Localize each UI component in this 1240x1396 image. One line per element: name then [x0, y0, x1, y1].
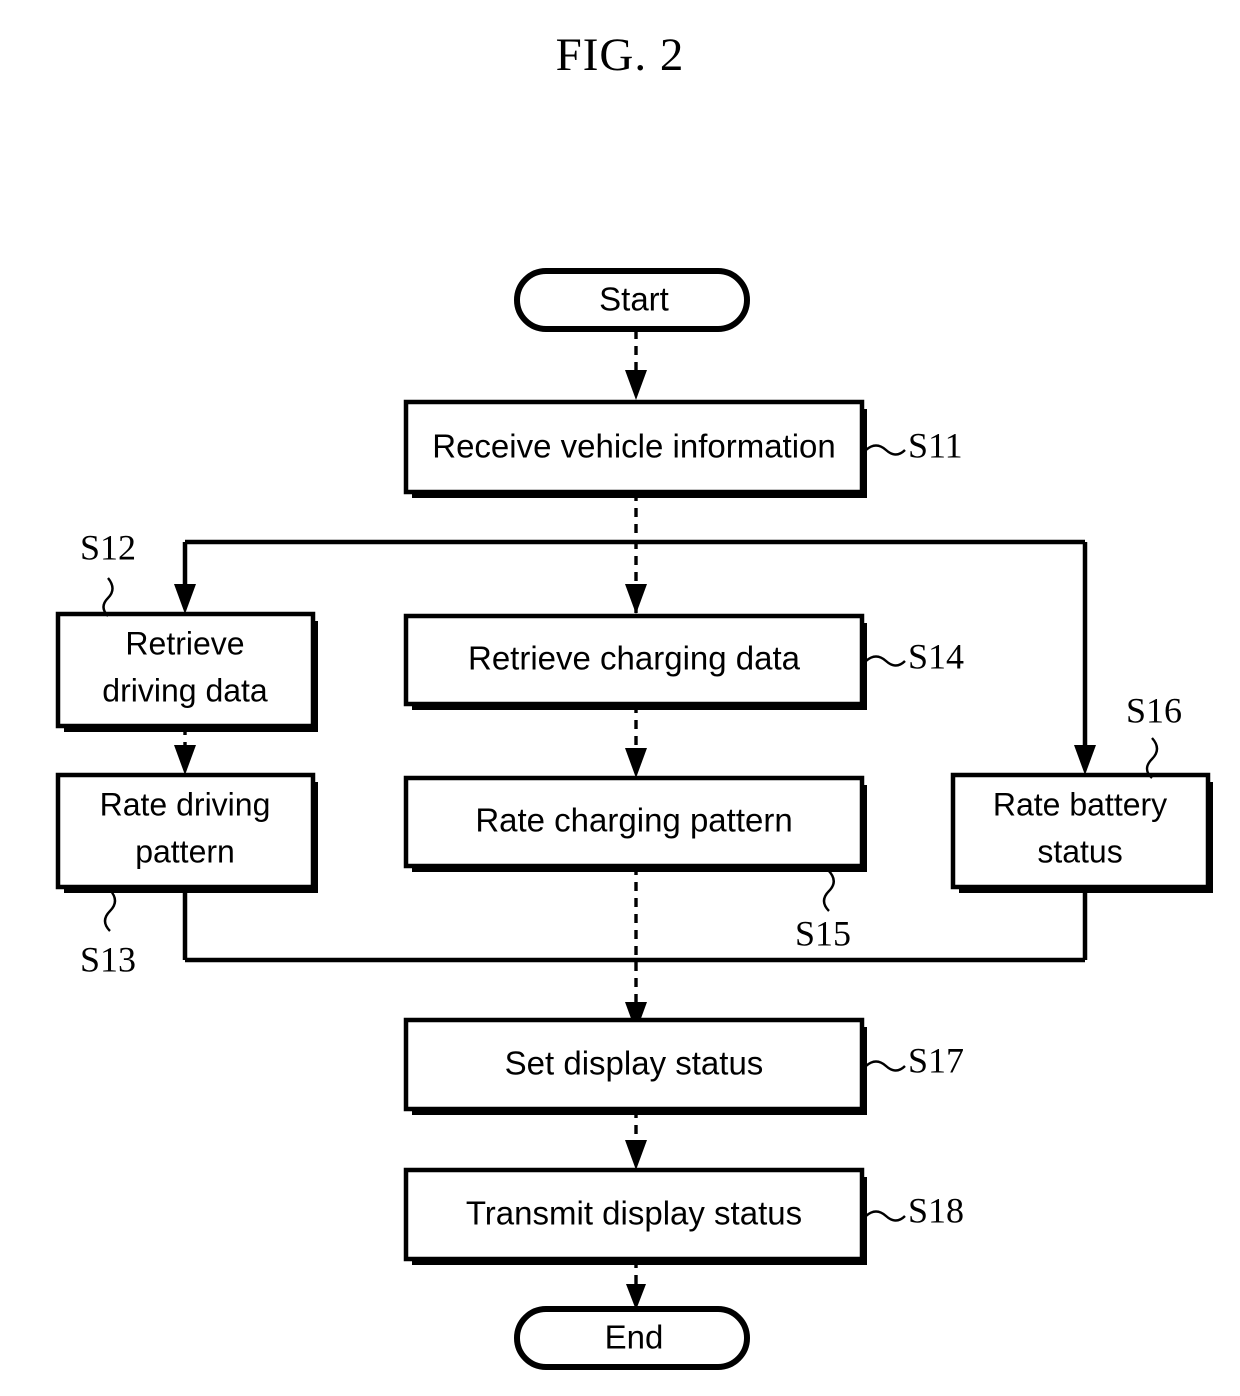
s16-label-line2: status: [1037, 833, 1122, 869]
s16-label-line1: Rate battery: [993, 786, 1167, 822]
ref-s18: S18: [865, 1190, 964, 1230]
s18-label: Transmit display status: [466, 1195, 802, 1232]
s11-label: Receive vehicle information: [432, 428, 836, 465]
node-start: Start: [514, 268, 750, 332]
s15-label: Rate charging pattern: [475, 802, 792, 839]
ref-label-s13: S13: [80, 939, 136, 979]
arrow-head-icon: [625, 584, 647, 614]
node-s13: Rate driving pattern: [55, 772, 318, 893]
node-end: End: [514, 1306, 750, 1370]
arrow-head-icon: [174, 584, 196, 614]
s13-label-line1: Rate driving: [100, 786, 271, 822]
ref-s17: S17: [865, 1040, 964, 1080]
ref-s11: S11: [865, 425, 963, 465]
arrow-head-icon: [625, 748, 647, 778]
ref-s12: S12: [80, 527, 136, 617]
node-s18: Transmit display status: [403, 1167, 867, 1265]
s17-label: Set display status: [505, 1045, 764, 1082]
connector-merge-to-s17: [182, 866, 1088, 1032]
node-s17: Set display status: [403, 1017, 867, 1115]
ref-label-s12: S12: [80, 527, 136, 567]
s13-label-line2: pattern: [135, 833, 235, 869]
ref-s16: S16: [1126, 690, 1182, 779]
ref-s13: S13: [80, 889, 136, 979]
connector-s18-to-end: [626, 1259, 646, 1310]
node-s14: Retrieve charging data: [403, 613, 867, 710]
node-s11: Receive vehicle information: [403, 399, 867, 498]
arrow-head-icon: [625, 1140, 647, 1170]
ref-s14: S14: [865, 636, 964, 676]
ref-label-s16: S16: [1126, 690, 1182, 730]
end-label: End: [605, 1319, 664, 1356]
ref-label-s14: S14: [908, 636, 964, 676]
arrow-head-icon: [174, 745, 196, 775]
ref-label-s18: S18: [908, 1190, 964, 1230]
s14-label: Retrieve charging data: [468, 640, 801, 677]
ref-label-s15: S15: [795, 913, 851, 953]
s12-label-line1: Retrieve: [125, 625, 244, 661]
node-s16: Rate battery status: [950, 772, 1213, 893]
arrow-head-icon: [1074, 745, 1096, 775]
node-s15: Rate charging pattern: [403, 775, 867, 872]
connector-s17-to-s18: [625, 1109, 647, 1170]
ref-s15: S15: [795, 869, 851, 953]
arrow-head-icon: [625, 370, 647, 400]
connector-s12-to-s13: [174, 726, 196, 775]
start-label: Start: [599, 281, 669, 318]
ref-label-s11: S11: [908, 425, 963, 465]
connector-s14-to-s15: [625, 704, 647, 778]
ref-label-s17: S17: [908, 1040, 964, 1080]
s12-label-line2: driving data: [102, 672, 268, 708]
connector-start-to-s11: [625, 330, 647, 400]
flowchart-diagram: Start Receive vehicle information S11 Re…: [55, 268, 1213, 1370]
node-s12: Retrieve driving data: [55, 611, 318, 732]
